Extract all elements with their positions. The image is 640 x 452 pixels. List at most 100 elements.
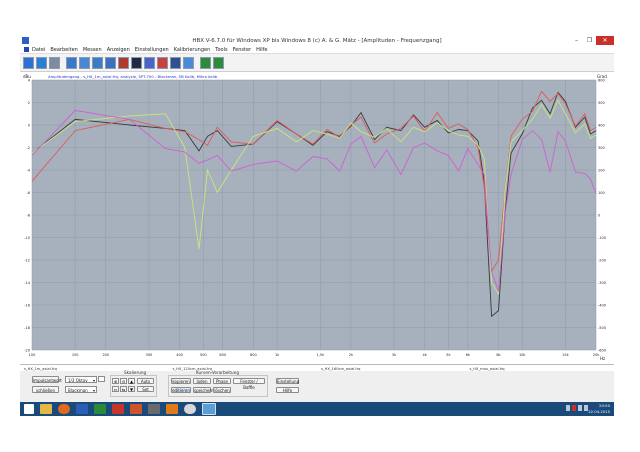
menu-app-icon[interactable] — [24, 47, 29, 52]
tools-icon[interactable] — [200, 56, 211, 69]
eq-icon[interactable] — [183, 56, 194, 69]
menu-messen[interactable]: Messen — [83, 47, 102, 53]
window-select[interactable]: Blackman ▾ — [65, 386, 97, 393]
phase-button[interactable]: Phase — [213, 378, 231, 384]
up-arrow-icon[interactable]: ▲ — [128, 378, 135, 384]
media-player-icon[interactable] — [184, 404, 196, 414]
menu-kalibrierungen[interactable]: Kalibrierungen — [174, 47, 211, 53]
y-tick-label-right: -300 — [598, 281, 606, 285]
toolbar — [20, 54, 614, 72]
frequency-response-chart[interactable]: Amplitudengang - s_HX_1m_axial.frq, anal… — [20, 72, 614, 364]
y-tick-label-left: 4 — [28, 79, 31, 83]
settings-icon[interactable] — [166, 404, 178, 414]
menu-einstellungen[interactable]: Einstellungen — [135, 47, 169, 53]
laden-button[interactable]: laden — [193, 378, 211, 384]
explorer-icon[interactable] — [40, 404, 52, 414]
menu-fenster[interactable]: Fenster — [233, 47, 252, 53]
x-tick-label: 8k — [496, 353, 501, 357]
x-tick-label: 10k — [519, 353, 526, 357]
taskbar: 20:50 22.04.2015 — [20, 402, 614, 416]
print-icon[interactable] — [49, 56, 60, 69]
zoom-in-icon[interactable]: ⊕ — [112, 378, 119, 384]
title-bar: HBX V-6.7.0 für Windows XP bis Windows 8… — [20, 36, 614, 46]
legend-item-2[interactable]: s_HX_120cm_axial.frq — [169, 367, 318, 371]
impulsantwort-button[interactable]: Impulsantwort — [32, 376, 62, 383]
maximize-button[interactable]: ❐ — [583, 36, 596, 45]
measure-icon[interactable] — [66, 56, 77, 69]
y-tick-label-left: 2 — [28, 101, 30, 105]
system-tray — [564, 405, 588, 411]
y-tick-label-left: -16 — [24, 304, 30, 308]
x-axis-label: Hz — [600, 356, 605, 361]
burst-icon[interactable] — [157, 56, 168, 69]
menu-tools[interactable]: Tools — [215, 47, 227, 53]
tray-flag-icon[interactable] — [572, 405, 576, 411]
editieren-button[interactable]: editieren — [171, 387, 191, 393]
windows-start-icon[interactable] — [24, 404, 34, 414]
tray-arrow-icon[interactable] — [566, 405, 570, 411]
y-tick-label-left: -8 — [27, 214, 31, 218]
schliessen-button[interactable]: schließen — [32, 386, 59, 393]
menu-datei[interactable]: Datei — [32, 47, 45, 53]
scale-shrink-icon[interactable]: ⇆ — [120, 386, 127, 392]
sweep-icon[interactable] — [79, 56, 90, 69]
y-tick-label-right: 500 — [598, 101, 605, 105]
y-tick-label-right: 0 — [598, 214, 600, 218]
zoom-out-icon[interactable]: ⊖ — [120, 378, 127, 384]
auto-button[interactable]: Auto — [137, 378, 154, 384]
x-tick-label: 1,5k — [316, 353, 325, 357]
x-tick-label: 4k — [423, 353, 428, 357]
waterfall-icon[interactable] — [105, 56, 116, 69]
octave-checkbox[interactable] — [98, 376, 105, 382]
fenster-baffle-button[interactable]: Fenster / Baffle — [233, 378, 265, 390]
speichern-button[interactable]: speichern — [193, 387, 214, 393]
legend-item-4[interactable]: s_HX_mau_axial.frq — [466, 367, 615, 371]
y-tick-label-right: -400 — [598, 304, 606, 308]
y-tick-label-left: 0 — [28, 124, 30, 128]
x-tick-label: 6k — [466, 353, 471, 357]
kopieren-button[interactable]: kopieren — [171, 378, 191, 384]
menu-anzeigen[interactable]: Anzeigen — [107, 47, 130, 53]
filter-icon[interactable] — [170, 56, 181, 69]
window-title: HBX V-6.7.0 für Windows XP bis Windows 8… — [192, 38, 442, 44]
media-icon[interactable] — [112, 404, 124, 414]
folder-icon[interactable] — [23, 56, 34, 69]
word-icon[interactable] — [76, 404, 88, 414]
impulse-icon[interactable] — [92, 56, 103, 69]
x-tick-label: 150 — [72, 353, 79, 357]
legend-item-1[interactable]: s_HX_1m_axial.frq — [20, 367, 169, 371]
y-tick-label-left: -12 — [24, 259, 30, 263]
close-button[interactable]: ✕ — [596, 36, 614, 45]
x-tick-label: 600 — [219, 353, 226, 357]
y-tick-label-right: 300 — [598, 146, 605, 150]
exit-icon[interactable] — [213, 56, 224, 69]
phase-icon[interactable] — [131, 56, 142, 69]
menu-hilfe[interactable]: Hilfe — [256, 47, 267, 53]
menu-bearbeiten[interactable]: Bearbeiten — [50, 47, 77, 53]
clock[interactable]: 20:50 22.04.2015 — [588, 403, 610, 414]
y-tick-label-left: -20 — [24, 349, 30, 353]
tray-network-icon[interactable] — [578, 405, 582, 411]
minimize-button[interactable]: – — [570, 36, 583, 45]
save-icon[interactable] — [36, 56, 47, 69]
x-tick-label: 800 — [250, 353, 257, 357]
hbx-icon[interactable] — [202, 403, 216, 415]
x-tick-label: 20k — [593, 353, 600, 357]
clock-date: 22.04.2015 — [588, 408, 610, 414]
set-button[interactable]: Set — [137, 386, 154, 392]
octave-select[interactable]: 1/3 Oktav ▾ — [65, 376, 97, 383]
loeschen-button[interactable]: löschen — [213, 387, 231, 393]
calculator-icon[interactable] — [148, 404, 160, 414]
y-tick-label-left: -2 — [27, 146, 31, 150]
powerpoint-icon[interactable] — [130, 404, 142, 414]
scale-expand-icon[interactable]: ⇔ — [112, 386, 119, 392]
distortion-icon[interactable] — [144, 56, 155, 69]
einstellung-button[interactable]: Einstellung — [276, 378, 299, 384]
firefox-icon[interactable] — [58, 404, 70, 414]
octave-select-value: 1/3 Oktav — [68, 378, 88, 383]
down-arrow-icon[interactable]: ▼ — [128, 386, 135, 392]
excel-icon[interactable] — [94, 404, 106, 414]
spectrum-icon[interactable] — [118, 56, 129, 69]
hilfe-button[interactable]: Hilfe — [276, 387, 299, 393]
legend-item-3[interactable]: s_HX_160cm_axial.frq — [317, 367, 466, 371]
